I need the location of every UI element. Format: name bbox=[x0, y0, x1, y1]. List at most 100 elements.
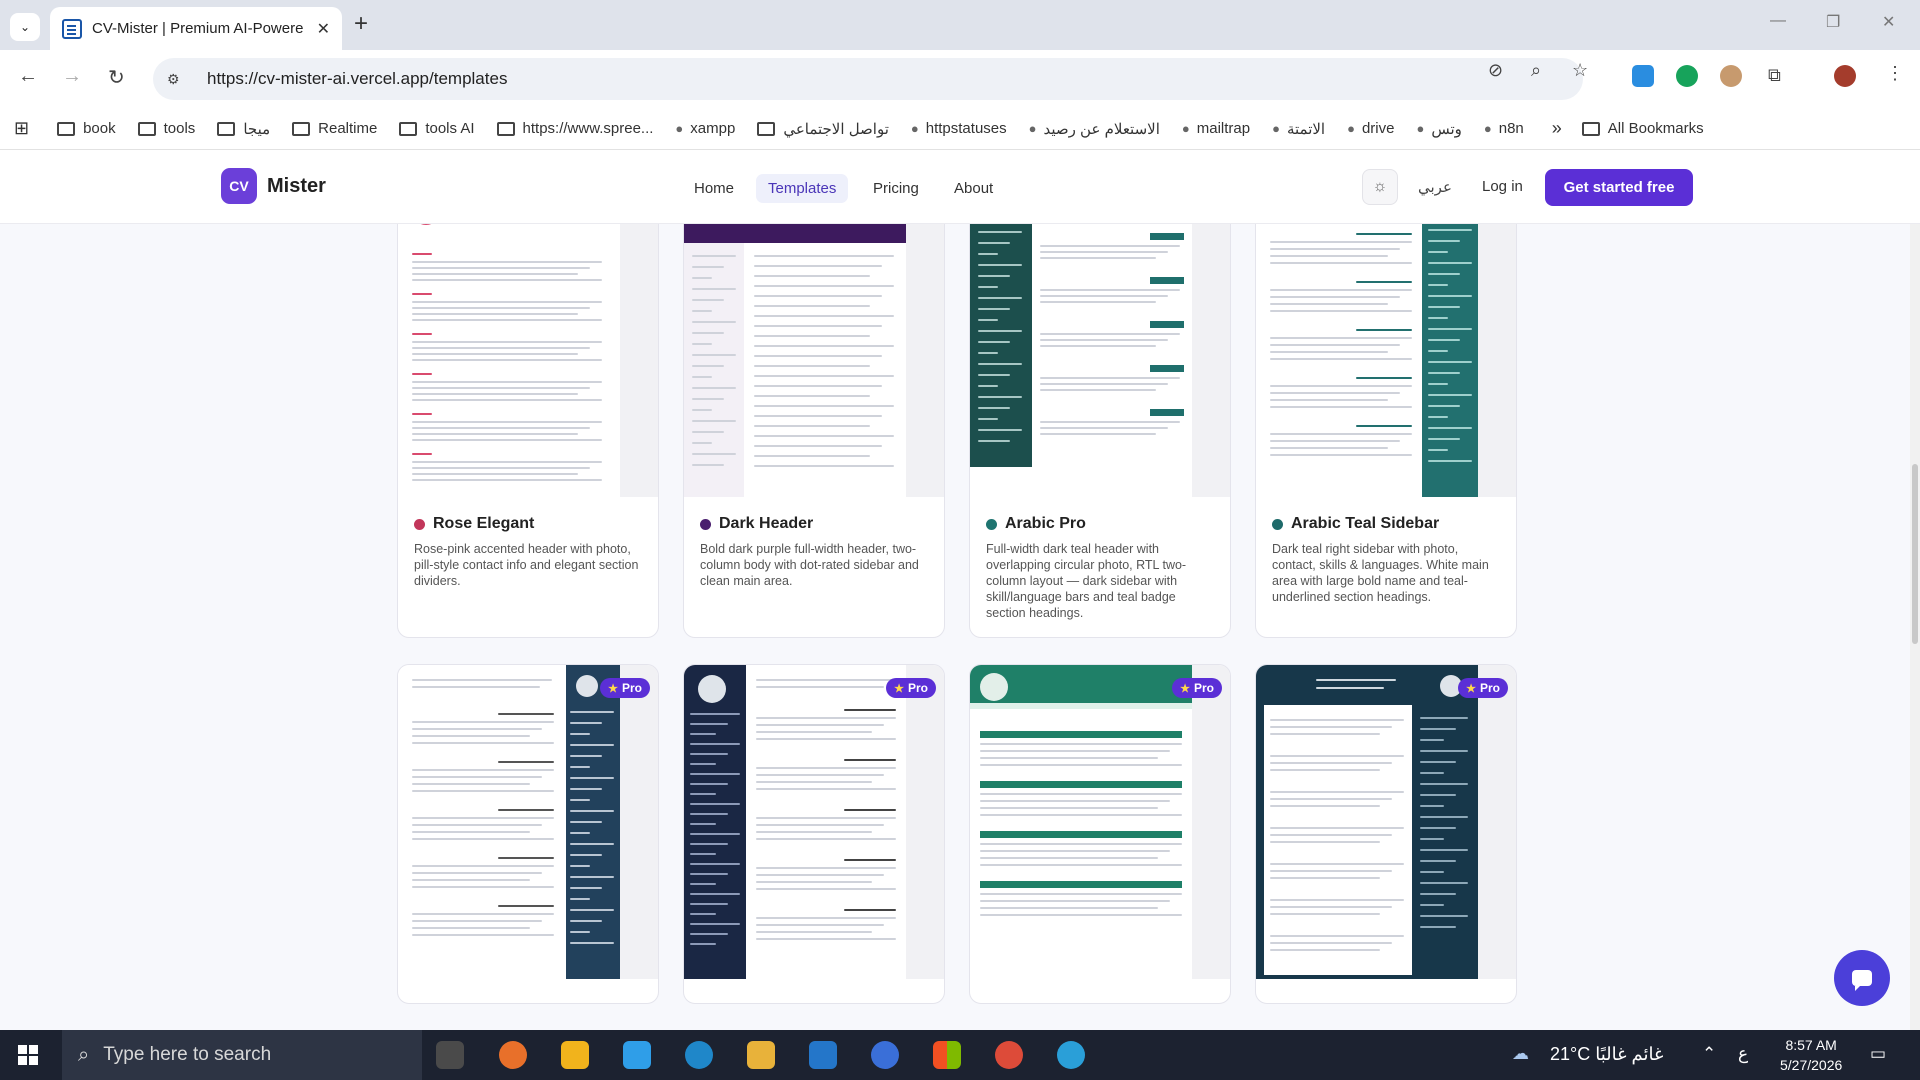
close-window-icon[interactable]: ✕ bbox=[1882, 12, 1895, 32]
edge-icon[interactable] bbox=[685, 1041, 713, 1069]
menu-dots-icon[interactable]: ⋮ bbox=[1886, 63, 1904, 84]
language-switch[interactable]: عربي bbox=[1418, 178, 1452, 196]
get-started-button[interactable]: Get started free bbox=[1545, 169, 1693, 206]
weather-text[interactable]: 21°C غائم غالبًا bbox=[1550, 1044, 1663, 1065]
close-tab-icon[interactable]: ✕ bbox=[317, 19, 330, 39]
bookmark-item[interactable]: tools AI bbox=[399, 120, 475, 137]
extension-icon[interactable] bbox=[1632, 65, 1654, 87]
text-line bbox=[756, 888, 896, 890]
template-preview[interactable]: ★Pro bbox=[684, 183, 944, 497]
taskbar-search[interactable]: ⌕ Type here to search bbox=[62, 1030, 422, 1080]
apps-grid-icon[interactable]: ⊞ bbox=[14, 118, 29, 139]
template-name[interactable]: Rose Elegant bbox=[414, 515, 534, 533]
notifications-icon[interactable]: ▭ bbox=[1870, 1044, 1886, 1064]
bookmark-item[interactable]: ● الاستعلام عن رصيد bbox=[1029, 120, 1160, 138]
back-icon[interactable]: ← bbox=[18, 65, 38, 88]
template-card[interactable]: ★ Pro bbox=[1255, 664, 1517, 1004]
bookmark-item[interactable]: book bbox=[57, 120, 116, 137]
shield-extension-icon[interactable] bbox=[1676, 65, 1698, 87]
template-preview[interactable]: ★Pro bbox=[1256, 183, 1516, 497]
reload-icon[interactable]: ↻ bbox=[108, 65, 125, 90]
login-link[interactable]: Log in bbox=[1482, 178, 1523, 195]
template-preview[interactable]: ★Pro bbox=[398, 183, 658, 497]
page-scrollbar[interactable] bbox=[1910, 224, 1920, 1030]
zoom-icon[interactable]: ⌕ bbox=[1531, 60, 1541, 81]
eye-off-icon[interactable]: ⊘ bbox=[1488, 60, 1503, 81]
bookmark-item[interactable]: ● وتس bbox=[1416, 120, 1461, 138]
bookmark-item[interactable]: تواصل الاجتماعي bbox=[757, 120, 889, 138]
logo-mark[interactable]: CV bbox=[221, 168, 257, 204]
scrollbar-thumb[interactable] bbox=[1912, 464, 1918, 644]
tab-search-button[interactable]: ⌄ bbox=[10, 13, 40, 41]
bookmark-item[interactable]: Realtime bbox=[292, 120, 377, 137]
microsoft-icon[interactable] bbox=[933, 1041, 961, 1069]
logo-text[interactable]: Mister bbox=[267, 175, 326, 198]
bookmark-item[interactable]: ● n8n bbox=[1484, 120, 1524, 137]
bookmark-item[interactable]: ● mailtrap bbox=[1182, 120, 1250, 137]
template-preview[interactable]: ★Pro bbox=[398, 665, 658, 979]
restore-icon[interactable]: ❐ bbox=[1826, 12, 1840, 32]
template-card[interactable]: ★ Pro bbox=[683, 664, 945, 1004]
text-line bbox=[1040, 345, 1156, 347]
template-card[interactable]: ★Pro Arabic Pro Full-width dark teal heade… bbox=[969, 182, 1231, 638]
profile-avatar[interactable] bbox=[1834, 65, 1856, 87]
template-name-text: Arabic Teal Sidebar bbox=[1291, 515, 1440, 532]
template-card[interactable]: ★Pro Rose Elegant Rose-pink accented heade… bbox=[397, 182, 659, 638]
photo-circle bbox=[576, 675, 598, 697]
nav-pricing[interactable]: Pricing bbox=[861, 174, 931, 203]
template-preview[interactable]: ★Pro bbox=[1256, 665, 1516, 979]
template-name[interactable]: Arabic Teal Sidebar bbox=[1272, 515, 1439, 533]
site-info-icon[interactable]: ⚙ bbox=[167, 71, 189, 88]
bookmark-item[interactable]: ● drive bbox=[1347, 120, 1394, 137]
vscode-icon[interactable] bbox=[809, 1041, 837, 1069]
template-preview[interactable]: ★Pro bbox=[970, 183, 1230, 497]
theme-toggle-button[interactable]: ☼ bbox=[1362, 169, 1398, 205]
avatar-extension-icon[interactable] bbox=[1720, 65, 1742, 87]
template-card[interactable]: ★ Pro bbox=[969, 664, 1231, 1004]
text-line bbox=[692, 299, 724, 301]
text-line bbox=[1428, 416, 1448, 418]
template-name[interactable]: Arabic Pro bbox=[986, 515, 1086, 533]
section-bar bbox=[980, 731, 1182, 738]
firefox-icon[interactable] bbox=[499, 1041, 527, 1069]
clock[interactable]: 8:57 AM 5/27/2026 bbox=[1780, 1035, 1842, 1075]
sun-icon: ☼ bbox=[1372, 178, 1388, 195]
copilot-icon[interactable] bbox=[623, 1041, 651, 1069]
template-name[interactable]: Dark Header bbox=[700, 515, 813, 533]
bookmark-item[interactable]: tools bbox=[137, 120, 195, 137]
minimize-icon[interactable]: — bbox=[1770, 12, 1786, 30]
ime-indicator[interactable]: ع bbox=[1738, 1044, 1748, 1064]
nav-about[interactable]: About bbox=[942, 174, 1005, 203]
task-view-icon[interactable] bbox=[436, 1041, 464, 1069]
star-icon[interactable]: ☆ bbox=[1572, 60, 1588, 81]
store-icon[interactable] bbox=[561, 1041, 589, 1069]
all-bookmarks-folder[interactable]: All Bookmarks bbox=[1581, 120, 1704, 137]
app-icon[interactable] bbox=[871, 1041, 899, 1069]
template-card[interactable]: ★ Pro bbox=[397, 664, 659, 1004]
forward-icon[interactable]: → bbox=[62, 65, 82, 88]
tray-chevron-icon[interactable]: ⌃ bbox=[1702, 1044, 1716, 1064]
template-preview[interactable]: ★Pro bbox=[684, 665, 944, 979]
bookmark-item[interactable]: ميجا bbox=[217, 120, 270, 138]
telegram-icon[interactable] bbox=[1057, 1041, 1085, 1069]
nav-home[interactable]: Home bbox=[682, 174, 746, 203]
new-tab-button[interactable]: + bbox=[354, 10, 368, 38]
bookmark-item[interactable]: https://www.spree... bbox=[496, 120, 653, 137]
bookmark-item[interactable]: ● الاتمتة bbox=[1272, 120, 1325, 138]
file-explorer-icon[interactable] bbox=[747, 1041, 775, 1069]
template-card[interactable]: ★Pro Arabic Teal Sidebar Dark teal right s… bbox=[1255, 182, 1517, 638]
nav-templates[interactable]: Templates bbox=[756, 174, 849, 203]
template-card[interactable]: ★Pro Dark Header Bold dark purple full-wid… bbox=[683, 182, 945, 638]
chrome-icon[interactable] bbox=[995, 1041, 1023, 1069]
bookmark-item[interactable]: ● httpstatuses bbox=[911, 120, 1007, 137]
text-line bbox=[570, 920, 602, 922]
windows-start-icon[interactable] bbox=[18, 1045, 38, 1065]
address-bar[interactable]: ⚙ https://cv-mister-ai.vercel.app/templa… bbox=[153, 58, 1583, 100]
more-bookmarks-icon[interactable]: » bbox=[1552, 118, 1562, 139]
template-preview[interactable]: ★Pro bbox=[970, 665, 1230, 979]
bookmark-item[interactable]: ● xampp bbox=[675, 120, 735, 137]
chat-button[interactable] bbox=[1834, 950, 1890, 1006]
template-name-text: Dark Header bbox=[719, 515, 814, 532]
browser-tab[interactable]: CV-Mister | Premium AI-Powere ✕ bbox=[50, 7, 342, 50]
puzzle-icon[interactable]: ⧉ bbox=[1768, 65, 1781, 86]
